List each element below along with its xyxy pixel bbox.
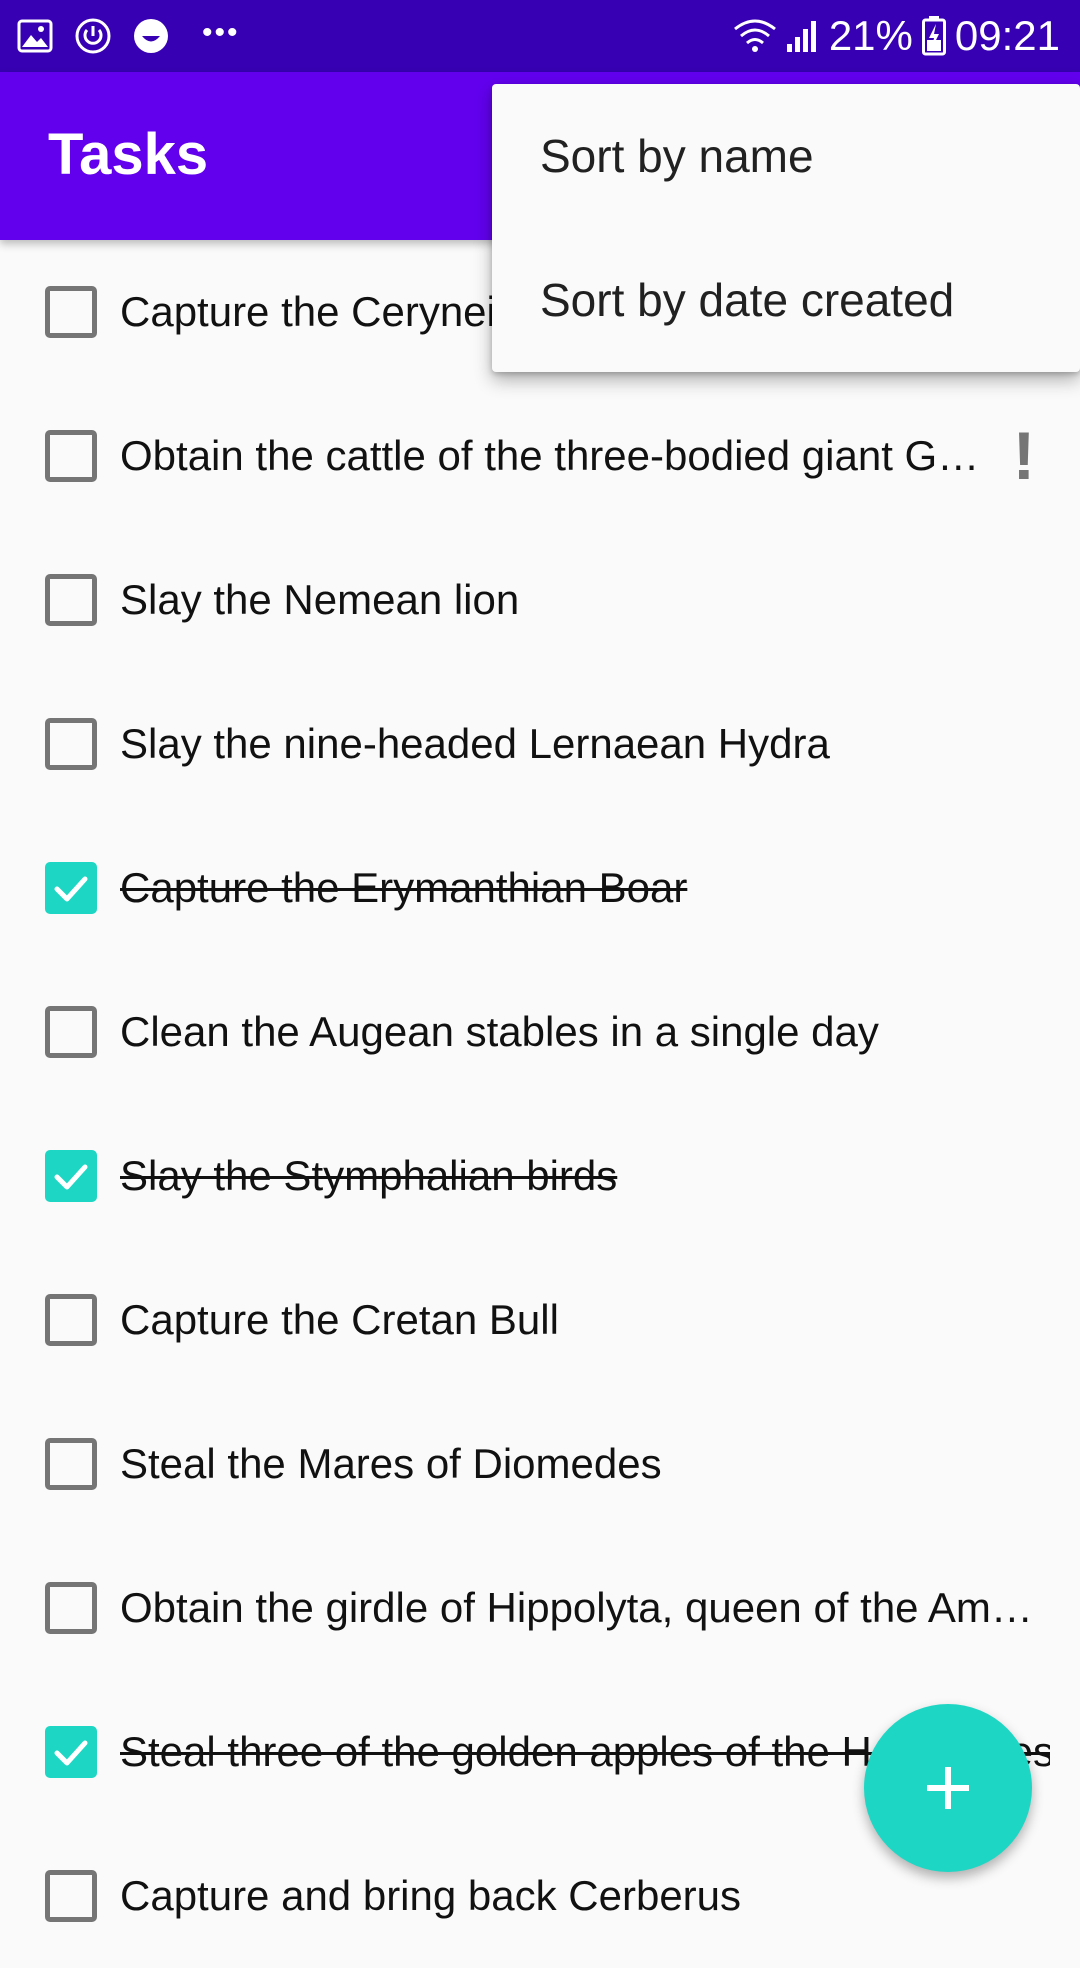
task-title: Obtain the girdle of Hippolyta, queen of… xyxy=(120,1584,1040,1631)
task-title: Capture the Erymanthian Boar xyxy=(120,864,688,911)
task-row[interactable]: Slay the Nemean lion xyxy=(0,528,1080,672)
task-checkbox[interactable] xyxy=(45,718,97,770)
power-saver-icon xyxy=(74,17,112,55)
menu-item-label: Sort by name xyxy=(540,130,814,182)
status-bar-system: 21% 09:21 xyxy=(733,12,1060,60)
wifi-icon xyxy=(733,17,777,55)
gallery-icon xyxy=(16,17,54,55)
status-bar: ••• 21% 09:21 xyxy=(0,0,1080,72)
task-title: Capture the Cretan Bull xyxy=(120,1296,559,1343)
more-notifications-icon: ••• xyxy=(202,16,240,49)
sort-menu: Sort by name Sort by date created xyxy=(492,84,1080,372)
task-title: Obtain the cattle of the three-bodied gi… xyxy=(120,432,982,479)
task-row[interactable]: Capture the Cretan Bull xyxy=(0,1248,1080,1392)
task-row[interactable]: Steal the Mares of Diomedes xyxy=(0,1392,1080,1536)
status-bar-notifications: ••• xyxy=(16,14,240,58)
status-time: 09:21 xyxy=(954,12,1060,59)
battery-percent: 21% xyxy=(828,12,913,59)
task-row[interactable]: Clean the Augean stables in a single day xyxy=(0,960,1080,1104)
plus-icon xyxy=(927,1767,969,1809)
task-title: Slay the nine-headed Lernaean Hydra xyxy=(120,720,830,767)
checkmark-icon xyxy=(54,876,88,902)
task-checkbox[interactable] xyxy=(45,574,97,626)
task-row[interactable]: Obtain the girdle of Hippolyta, queen of… xyxy=(0,1536,1080,1680)
checkmark-icon xyxy=(54,1164,88,1190)
task-checkbox[interactable] xyxy=(45,1870,97,1922)
task-title: Capture and bring back Cerberus xyxy=(120,1872,742,1919)
menu-item-label: Sort by date created xyxy=(540,274,955,326)
task-row[interactable]: Obtain the cattle of the three-bodied gi… xyxy=(0,384,1080,528)
emoji-icon xyxy=(132,17,170,55)
task-checkbox[interactable] xyxy=(45,1294,97,1346)
menu-item-sort-by-name[interactable]: Sort by name xyxy=(492,84,1080,228)
task-checkbox[interactable] xyxy=(45,1582,97,1634)
task-checkbox[interactable] xyxy=(45,1006,97,1058)
task-row[interactable]: Capture the Erymanthian Boar xyxy=(0,816,1080,960)
checkmark-icon xyxy=(54,1740,88,1766)
task-checkbox[interactable] xyxy=(45,430,97,482)
battery-charging-icon xyxy=(921,16,947,56)
priority-icon: ! xyxy=(1012,418,1036,494)
task-title: Clean the Augean stables in a single day xyxy=(120,1008,879,1055)
task-row[interactable]: Slay the nine-headed Lernaean Hydra xyxy=(0,672,1080,816)
page-title: Tasks xyxy=(48,122,209,187)
task-title: Steal the Mares of Diomedes xyxy=(120,1440,662,1487)
task-row[interactable]: Slay the Stymphalian birds xyxy=(0,1104,1080,1248)
task-title: Slay the Stymphalian birds xyxy=(120,1152,618,1199)
menu-item-sort-by-date-created[interactable]: Sort by date created xyxy=(492,228,1080,372)
task-checkbox[interactable] xyxy=(45,286,97,338)
task-checkbox-checked[interactable] xyxy=(45,1150,97,1202)
add-task-button[interactable] xyxy=(864,1704,1032,1872)
task-checkbox[interactable] xyxy=(45,1438,97,1490)
task-title: Slay the Nemean lion xyxy=(120,576,520,623)
signal-icon xyxy=(785,17,821,55)
task-checkbox-checked[interactable] xyxy=(45,862,97,914)
task-checkbox-checked[interactable] xyxy=(45,1726,97,1778)
